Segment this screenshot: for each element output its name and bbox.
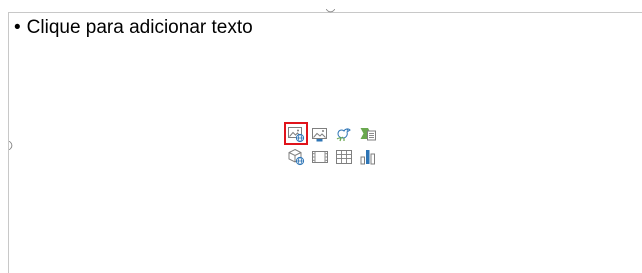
insert-table-icon[interactable] <box>333 146 355 167</box>
content-placeholder-text[interactable]: • Clique para adicionar texto <box>14 16 253 40</box>
bullet-marker: • <box>14 17 21 38</box>
insert-video-icon[interactable] <box>309 146 331 167</box>
placeholder-prompt: Clique para adicionar texto <box>26 17 253 38</box>
insert-chart-icon[interactable] <box>357 146 379 167</box>
3d-models-icon[interactable] <box>285 146 307 167</box>
online-pictures-icon[interactable] <box>333 123 355 144</box>
insert-content-icon-grid <box>284 122 381 169</box>
resize-handle-left[interactable] <box>4 140 15 151</box>
picture-from-file-icon[interactable] <box>284 122 308 145</box>
placeholder-border-top <box>8 12 642 13</box>
stock-images-icon[interactable] <box>309 123 331 144</box>
slide-canvas: • Clique para adicionar texto <box>0 0 642 273</box>
smartart-graphic-icon[interactable] <box>357 123 379 144</box>
